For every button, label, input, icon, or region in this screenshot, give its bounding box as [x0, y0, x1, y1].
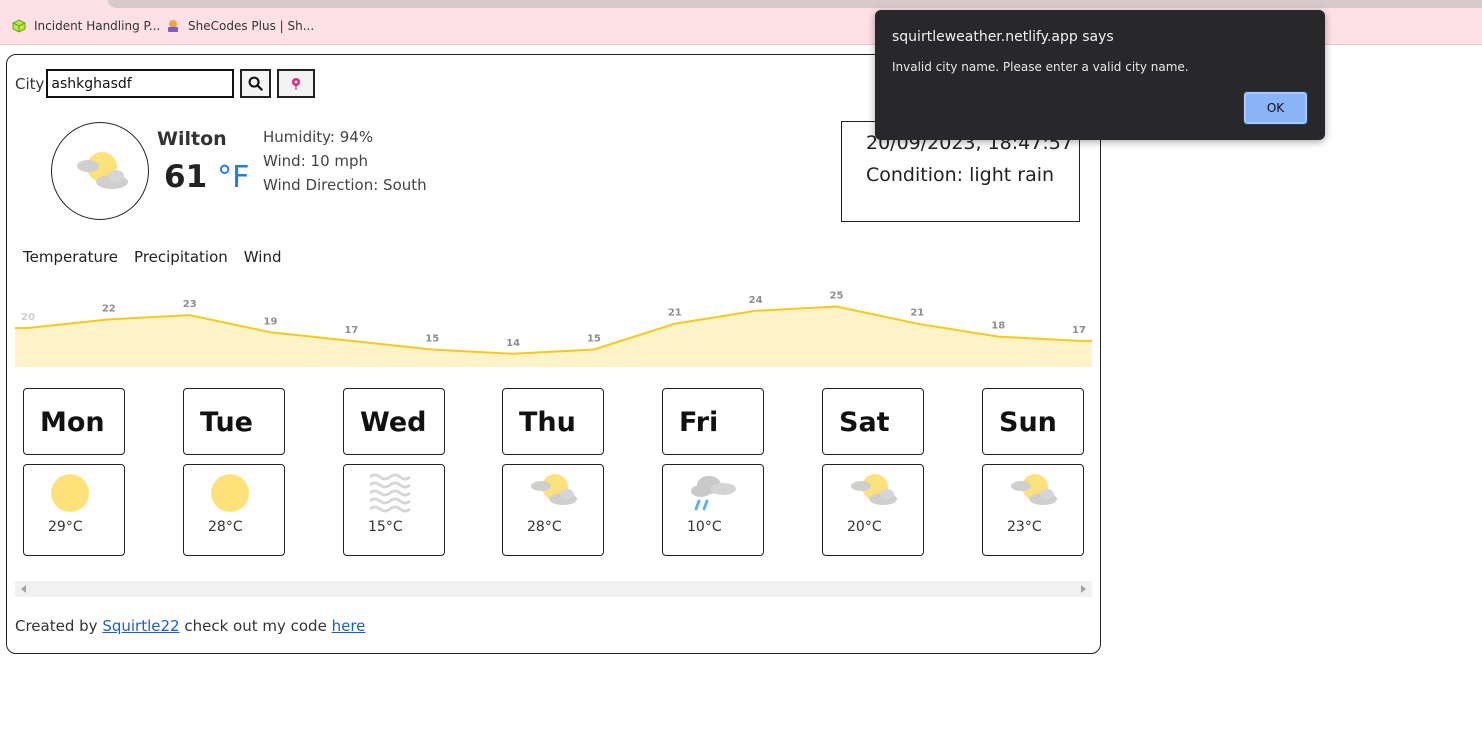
forecast-card: 15°C	[343, 464, 445, 556]
bookmark-incident-handling[interactable]: Incident Handling P...	[12, 19, 160, 33]
dialog-title: squirtleweather.netlify.app says	[892, 29, 1114, 45]
temperature-chart: 20 22 23 19 17 15 14 15 21 24 25 21 18 17	[15, 291, 1092, 367]
author-link[interactable]: Squirtle22	[102, 617, 179, 635]
cube-icon	[12, 19, 26, 33]
forecast-temperature: 28°C	[527, 519, 562, 535]
bookmark-label: Incident Handling P...	[34, 19, 161, 33]
partly-cloudy-icon	[77, 152, 128, 189]
forecast-temperature: 29°C	[48, 519, 83, 535]
forecast-day-thu: Thu	[502, 388, 604, 455]
browser-tab-strip	[0, 0, 1482, 9]
forecast-temperature: 15°C	[368, 519, 403, 535]
bookmark-label: SheCodes Plus | Sh...	[188, 19, 315, 33]
mist-icon	[368, 471, 416, 517]
forecast-temperature: 20°C	[847, 519, 882, 535]
code-link[interactable]: here	[332, 617, 366, 635]
forecast-day-wed: Wed	[343, 388, 445, 455]
dialog-message: Invalid city name. Please enter a valid …	[892, 60, 1189, 74]
tab-wind[interactable]: Wind	[244, 248, 282, 266]
forecast-card: 10°C	[662, 464, 764, 556]
chart-data-label: 24	[749, 295, 763, 306]
footer-middle: check out my code	[184, 617, 327, 635]
scroll-right-arrow[interactable]	[1081, 585, 1086, 593]
dialog-ok-button[interactable]: OK	[1243, 91, 1308, 125]
forecast-day-sun: Sun	[982, 388, 1084, 455]
wind-text: Wind: 10 mph	[263, 152, 369, 170]
chart-data-label: 15	[587, 334, 601, 345]
forecast-card: 28°C	[502, 464, 604, 556]
humidity-text: Humidity: 94%	[263, 128, 374, 146]
location-pin-icon	[292, 77, 301, 90]
footer-prefix: Created by	[15, 617, 98, 635]
bookmark-shecodes[interactable]: SheCodes Plus | Sh...	[166, 19, 314, 33]
partly-cloudy-icon	[847, 471, 899, 511]
chart-data-label: 18	[991, 321, 1005, 332]
search-icon	[248, 76, 264, 91]
footer: Created by Squirtle22 check out my code …	[15, 617, 365, 635]
rain-icon	[687, 471, 739, 517]
horizontal-scrollbar[interactable]	[15, 581, 1092, 597]
partly-cloudy-icon	[527, 471, 579, 511]
chart-data-label: 23	[183, 299, 197, 310]
chart-data-label: 19	[264, 316, 278, 327]
chart-data-label: 14	[506, 338, 520, 349]
chart-data-label: 21	[910, 308, 924, 319]
search-form: City	[15, 69, 316, 98]
partly-cloudy-icon	[1007, 471, 1059, 511]
forecast-card: 29°C	[23, 464, 125, 556]
city-name: Wilton	[157, 128, 227, 150]
current-weather-icon-frame	[51, 122, 149, 220]
temperature-value: 61	[164, 159, 208, 195]
chart-data-label: 20	[21, 312, 35, 323]
forecast-temperature: 10°C	[687, 519, 722, 535]
tab-precipitation[interactable]: Precipitation	[134, 248, 228, 266]
chart-data-label: 25	[830, 291, 844, 302]
search-button[interactable]	[240, 69, 272, 98]
forecast-temperature: 28°C	[208, 519, 243, 535]
chart-data-label: 17	[344, 325, 358, 336]
shecodes-icon	[166, 19, 180, 33]
forecast-card: 20°C	[822, 464, 924, 556]
forecast-day-tue: Tue	[183, 388, 285, 455]
forecast-card: 23°C	[982, 464, 1084, 556]
chart-data-label: 17	[1072, 325, 1086, 336]
current-temperature: 61 °F	[164, 159, 249, 195]
forecast-temperature: 23°C	[1007, 519, 1042, 535]
sun-icon	[48, 471, 92, 519]
chart-tabs: Temperature Precipitation Wind	[23, 248, 282, 266]
forecast-card: 28°C	[183, 464, 285, 556]
chart-data-label: 22	[102, 303, 116, 314]
forecast-day-mon: Mon	[23, 388, 125, 455]
forecast-day-sat: Sat	[822, 388, 924, 455]
chart-data-label: 15	[425, 334, 439, 345]
condition-text: Condition: light rain	[866, 164, 1055, 186]
weather-details: Humidity: 94% Wind: 10 mph Wind Directio…	[263, 125, 427, 197]
weather-app-card: City Wilton 61 °F Humidity: 94% Wind: 10…	[6, 54, 1101, 654]
active-tab-edge	[108, 0, 1482, 8]
city-search-input[interactable]	[46, 69, 235, 98]
sun-icon	[208, 471, 252, 519]
chart-data-label: 21	[668, 308, 682, 319]
city-label: City	[15, 74, 45, 93]
temperature-unit-toggle[interactable]: °F	[217, 160, 249, 195]
wind-direction-text: Wind Direction: South	[263, 176, 427, 194]
current-location-button[interactable]	[277, 69, 316, 98]
forecast-day-fri: Fri	[662, 388, 764, 455]
tab-temperature[interactable]: Temperature	[23, 248, 118, 266]
scroll-left-arrow[interactable]	[21, 585, 26, 593]
alert-dialog: squirtleweather.netlify.app says Invalid…	[875, 10, 1325, 140]
